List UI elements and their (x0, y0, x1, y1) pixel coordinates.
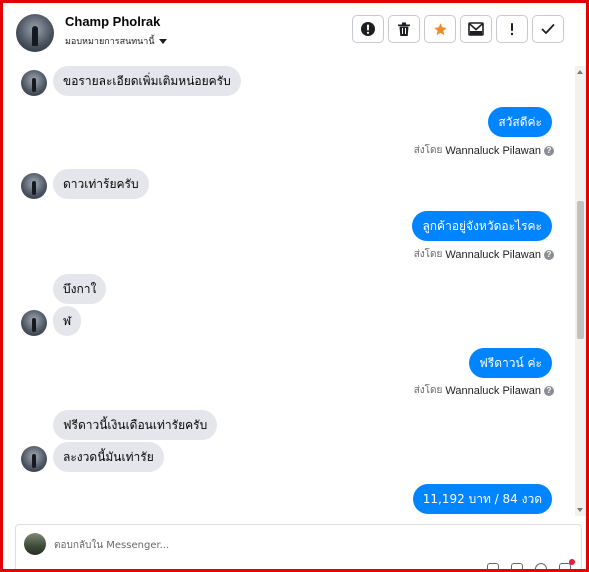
scroll-up-icon[interactable] (577, 70, 583, 74)
star-icon (433, 22, 447, 35)
incoming-message: บึงกาใ (53, 274, 107, 304)
scroll-down-icon[interactable] (577, 508, 583, 512)
star-button[interactable] (424, 15, 456, 43)
envelope-icon (468, 22, 484, 36)
incoming-message: ฟรีดาวนี้เงินเดือนเท่ารัยครับ (53, 410, 218, 440)
sent-by-note: ส่งโดย Wannaluck Pilawan ? (414, 383, 554, 398)
sent-by-prefix: ส่งโดย (413, 385, 443, 396)
sent-by-prefix: ส่งโดย (413, 145, 443, 156)
check-icon (541, 24, 555, 34)
sender-avatar (21, 173, 47, 199)
outgoing-message: ฟรีดาวน์ ค่ะ (469, 348, 552, 378)
contact-avatar[interactable] (16, 14, 54, 52)
saved-reply-icon[interactable] (559, 559, 575, 569)
follow-up-button[interactable] (496, 15, 528, 43)
outgoing-message: ลูกค้าอยู่จังหวัดอะไรคะ (412, 211, 552, 241)
exclamation-icon (510, 23, 514, 36)
assign-label: มอบหมายการสนทนานี้ (65, 37, 155, 47)
delete-button[interactable] (388, 15, 420, 43)
image-icon[interactable] (511, 563, 523, 569)
contact-name[interactable]: Champ Pholrak (65, 14, 160, 29)
incoming-message: ฬ (53, 306, 82, 336)
mark-unread-button[interactable] (460, 15, 492, 43)
emoji-icon[interactable] (535, 563, 547, 569)
message-thread: ขอรายละเอียดเพิ่มเติมหน่อยครับ สวัสดีค่ะ… (6, 66, 575, 516)
sent-by-name: Wannaluck Pilawan (445, 144, 541, 157)
sent-by-note: ส่งโดย Wannaluck Pilawan ? (414, 247, 554, 262)
mark-done-button[interactable] (532, 15, 564, 43)
mark-spam-button[interactable] (352, 15, 384, 43)
incoming-message: ดาวเท่าร้ยครับ (53, 169, 149, 199)
outgoing-message: 11,192 บาท / 84 งวด (412, 484, 552, 514)
conversation-window: Champ Pholrak มอบหมายการสนทนานี้ ขอรายละ… (0, 0, 589, 572)
incoming-message: ละงวดนี้มันเท่ารัย (53, 442, 164, 472)
reply-input[interactable] (54, 535, 474, 555)
help-icon[interactable]: ? (544, 385, 554, 396)
sender-avatar (21, 446, 47, 472)
conversation-header: Champ Pholrak มอบหมายการสนทนานี้ (6, 6, 583, 67)
help-icon[interactable]: ? (544, 145, 554, 156)
outgoing-message: สวัสดีค่ะ (488, 107, 552, 137)
sent-by-name: Wannaluck Pilawan (445, 384, 541, 397)
notification-dot (569, 559, 575, 565)
alert-circle-icon (361, 22, 375, 36)
reply-composer (15, 524, 582, 569)
page-avatar (24, 533, 46, 555)
caret-down-icon (158, 38, 167, 44)
assign-conversation-dropdown[interactable]: มอบหมายการสนทนานี้ (65, 34, 167, 48)
trash-icon (398, 22, 410, 36)
attach-icon[interactable] (487, 563, 499, 569)
sent-by-note: ส่งโดย Wannaluck Pilawan ? (414, 143, 554, 158)
sender-avatar (21, 70, 47, 96)
sender-avatar (21, 310, 47, 336)
sent-by-name: Wannaluck Pilawan (445, 248, 541, 261)
message-scrollbar[interactable] (575, 66, 586, 516)
help-icon[interactable]: ? (544, 249, 554, 260)
composer-tools (487, 559, 575, 569)
sent-by-prefix: ส่งโดย (413, 249, 443, 260)
conversation-toolbar (352, 15, 564, 43)
scroll-thumb[interactable] (577, 201, 584, 339)
incoming-message: ขอรายละเอียดเพิ่มเติมหน่อยครับ (53, 66, 241, 96)
